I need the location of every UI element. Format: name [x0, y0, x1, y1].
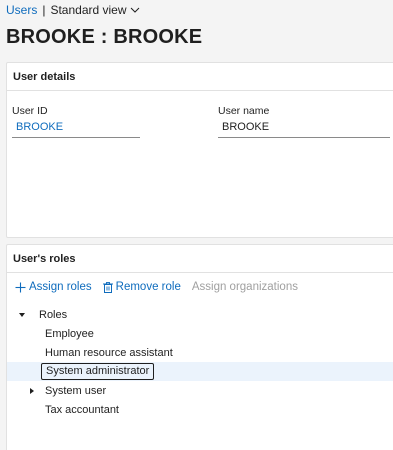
- tree-item-label: Employee: [45, 327, 94, 340]
- breadcrumb: Users | Standard view: [6, 2, 140, 18]
- page: Users | Standard view BROOKE : BROOKE Us…: [0, 0, 393, 450]
- breadcrumb-users-link[interactable]: Users: [6, 2, 37, 18]
- tree-item-system-user[interactable]: System user: [7, 381, 393, 400]
- assign-roles-button[interactable]: Assign roles: [15, 281, 92, 293]
- user-id-field: User ID BROOKE: [12, 105, 140, 138]
- remove-role-label: Remove role: [115, 281, 181, 293]
- user-details-section: User details User ID BROOKE User name BR…: [6, 62, 393, 238]
- tree-item-label: Human resource assistant: [45, 346, 173, 359]
- tree-item-tax-accountant[interactable]: Tax accountant: [7, 400, 393, 419]
- assign-organizations-button[interactable]: Assign organizations: [192, 281, 298, 293]
- trash-icon: [102, 281, 113, 293]
- user-id-value[interactable]: BROOKE: [12, 120, 140, 138]
- page-title: BROOKE : BROOKE: [6, 26, 203, 48]
- user-name-value[interactable]: BROOKE: [218, 120, 390, 138]
- caret-collapsed-icon[interactable]: [27, 386, 37, 396]
- tree-item-label: Tax accountant: [45, 403, 119, 416]
- assign-roles-label: Assign roles: [29, 281, 92, 293]
- tree-item-roles[interactable]: Roles: [7, 305, 393, 324]
- tree-item-label: System user: [45, 384, 107, 397]
- tree-item-employee[interactable]: Employee: [7, 324, 393, 343]
- roles-tree: Roles Employee Human resource assistant …: [7, 305, 393, 419]
- caret-expanded-icon[interactable]: [17, 310, 27, 320]
- plus-icon: [15, 282, 26, 292]
- user-name-label: User name: [218, 105, 270, 117]
- chevron-down-icon: [130, 7, 139, 13]
- assign-organizations-label: Assign organizations: [191, 281, 298, 293]
- view-selector-label: Standard view: [50, 3, 127, 17]
- user-roles-section: User's roles Assign roles Remove role As…: [6, 244, 393, 450]
- tree-item-system-administrator[interactable]: System administrator: [7, 362, 393, 381]
- remove-role-button[interactable]: Remove role: [102, 281, 181, 293]
- user-roles-header[interactable]: User's roles: [7, 245, 393, 273]
- user-id-label: User ID: [12, 105, 48, 117]
- tree-item-label: Roles: [39, 308, 68, 321]
- breadcrumb-separator: |: [42, 3, 46, 17]
- user-details-header[interactable]: User details: [7, 63, 393, 91]
- view-selector[interactable]: Standard view: [50, 2, 139, 18]
- user-name-field: User name BROOKE: [218, 105, 390, 138]
- tree-item-human-resource-assistant[interactable]: Human resource assistant: [7, 343, 393, 362]
- tree-item-label: System administrator: [41, 363, 155, 380]
- roles-toolbar: Assign roles Remove role Assign organiza…: [15, 279, 309, 295]
